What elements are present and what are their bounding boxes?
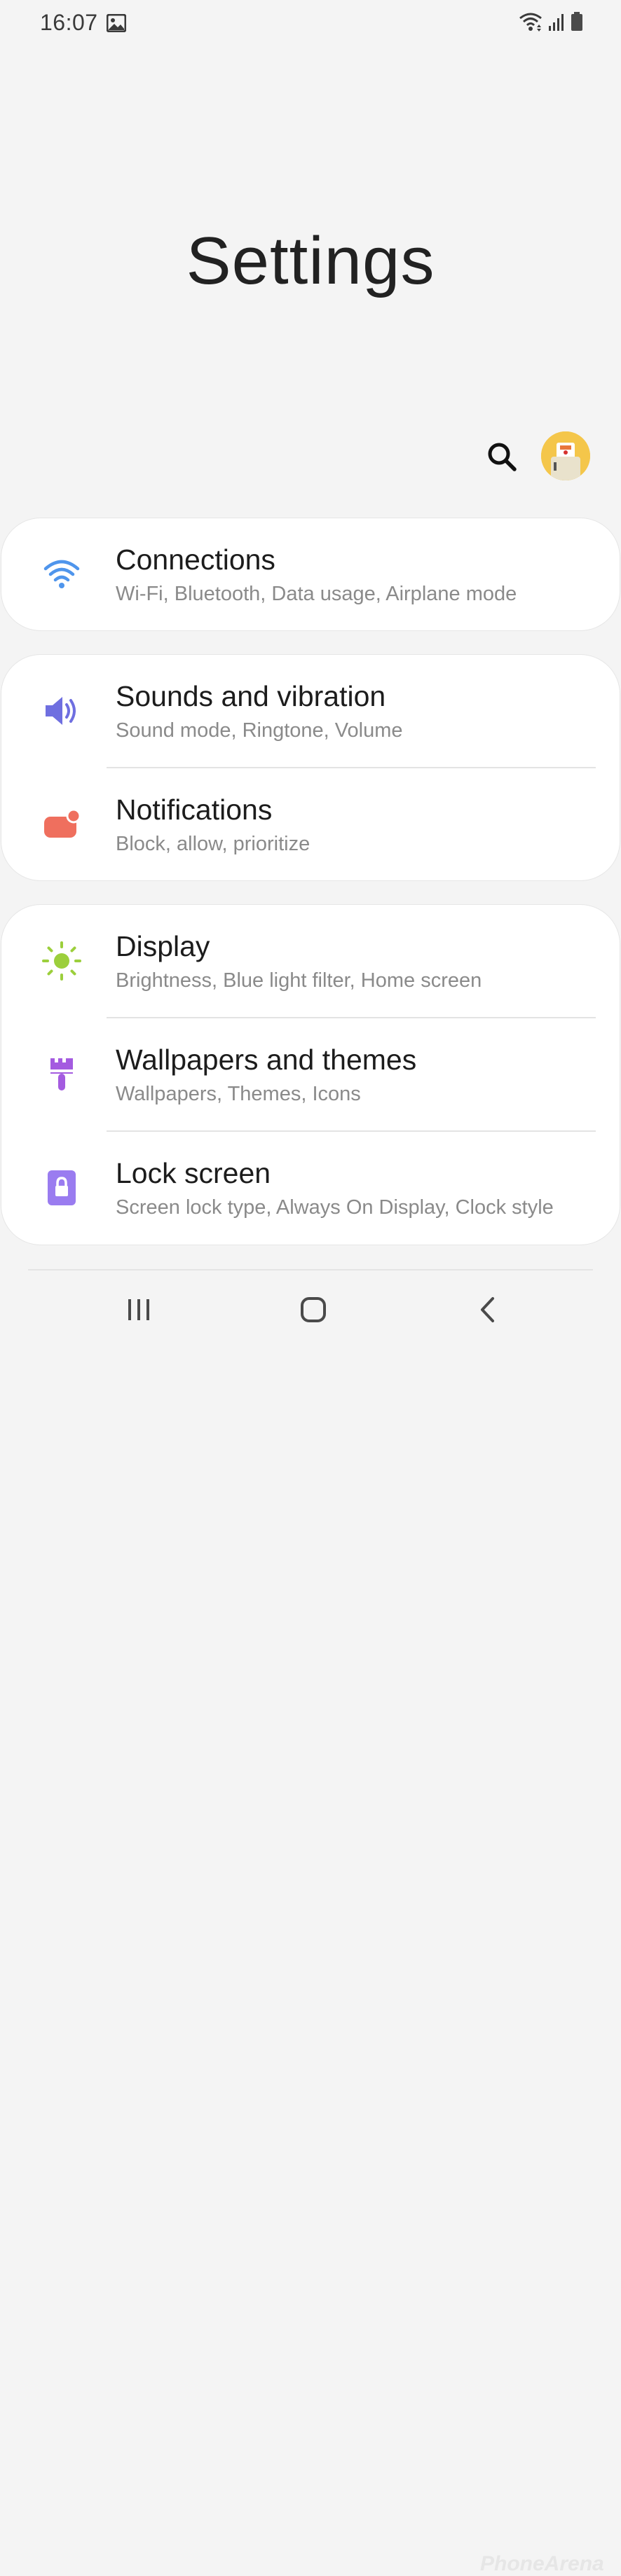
- setting-title: Sounds and vibration: [116, 680, 386, 712]
- search-button[interactable]: [482, 438, 521, 478]
- home-icon: [300, 1296, 327, 1327]
- home-button[interactable]: [292, 1290, 334, 1332]
- setting-subtitle: Screen lock type, Always On Display, Clo…: [116, 1196, 554, 1219]
- setting-title: Connections: [116, 543, 275, 576]
- setting-lock-screen[interactable]: Lock screen Screen lock type, Always On …: [1, 1132, 620, 1244]
- back-button[interactable]: [467, 1290, 509, 1332]
- lock-icon: [41, 1167, 83, 1209]
- search-icon: [486, 441, 517, 476]
- status-time: 16:07: [40, 10, 98, 35]
- wifi-icon: [519, 12, 542, 35]
- navigation-bar: PhoneArena: [0, 1269, 621, 2575]
- setting-title: Wallpapers and themes: [116, 1044, 417, 1076]
- recent-apps-button[interactable]: [118, 1290, 160, 1332]
- setting-display[interactable]: Display Brightness, Blue light filter, H…: [1, 905, 620, 1017]
- back-icon: [477, 1296, 498, 1327]
- page-title: Settings: [186, 223, 435, 298]
- battery-icon: [571, 12, 583, 35]
- status-bar: 16:07: [0, 0, 621, 49]
- profile-avatar[interactable]: [541, 431, 590, 480]
- paintbrush-icon: [41, 1053, 83, 1095]
- setting-notifications[interactable]: Notifications Block, allow, prioritize: [1, 768, 620, 880]
- setting-title: Display: [116, 930, 210, 962]
- watermark: PhoneArena: [480, 2552, 604, 2575]
- speaker-icon: [41, 690, 83, 732]
- setting-sounds-and-vibration[interactable]: Sounds and vibration Sound mode, Rington…: [1, 655, 620, 767]
- wifi-icon: [41, 553, 83, 595]
- setting-subtitle: Sound mode, Ringtone, Volume: [116, 719, 403, 742]
- status-icons: [519, 12, 583, 35]
- setting-title: Lock screen: [116, 1157, 271, 1189]
- settings-group-display: Display Brightness, Blue light filter, H…: [1, 905, 620, 1245]
- signal-icon: [548, 13, 565, 35]
- settings-group-connections: Connections Wi-Fi, Bluetooth, Data usage…: [1, 518, 620, 630]
- gallery-icon: [106, 13, 127, 36]
- setting-connections[interactable]: Connections Wi-Fi, Bluetooth, Data usage…: [1, 518, 620, 630]
- divider: [28, 1269, 593, 1270]
- setting-subtitle: Wi-Fi, Bluetooth, Data usage, Airplane m…: [116, 583, 517, 605]
- setting-wallpapers-and-themes[interactable]: Wallpapers and themes Wallpapers, Themes…: [1, 1018, 620, 1130]
- setting-subtitle: Brightness, Blue light filter, Home scre…: [116, 969, 482, 992]
- settings-group-sound-notifications: Sounds and vibration Sound mode, Rington…: [1, 655, 620, 880]
- notification-icon: [41, 803, 83, 845]
- recent-apps-icon: [126, 1298, 151, 1325]
- setting-subtitle: Block, allow, prioritize: [116, 833, 310, 855]
- setting-subtitle: Wallpapers, Themes, Icons: [116, 1083, 361, 1105]
- sun-icon: [41, 940, 83, 982]
- setting-title: Notifications: [116, 794, 273, 826]
